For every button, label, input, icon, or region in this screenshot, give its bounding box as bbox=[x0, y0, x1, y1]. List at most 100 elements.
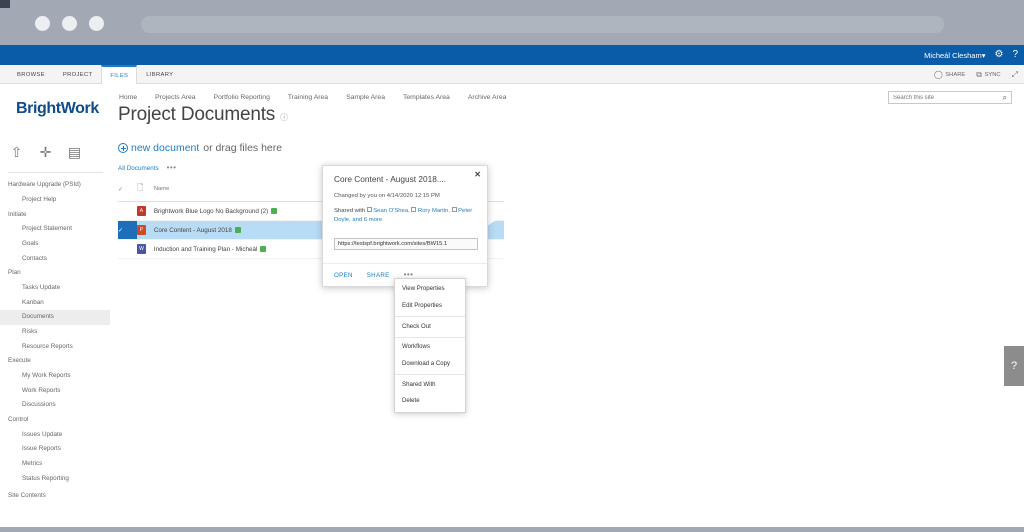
sidebar-item-my-work-reports[interactable]: My Work Reports bbox=[0, 369, 110, 384]
top-nav-item-portfolio-reporting[interactable]: Portfolio Reporting bbox=[214, 94, 270, 101]
sidebar-item-contacts[interactable]: Contacts bbox=[0, 251, 110, 266]
document-library-content: new document or drag files here All Docu… bbox=[118, 142, 1006, 259]
menu-item-download-a-copy[interactable]: Download a Copy bbox=[395, 356, 465, 373]
sidebar-item-hardware-upgrade[interactable]: Hardware Upgrade (PStd) bbox=[0, 178, 110, 193]
menu-item-shared-with[interactable]: Shared With bbox=[395, 376, 465, 393]
left-tool-icons: ⇧ ✛ ▤ bbox=[8, 144, 83, 161]
callout-shared-with: Shared with Sean O'Shea, Rory Martin, Pe… bbox=[334, 207, 482, 225]
row-file-icon-cell: P bbox=[137, 221, 154, 240]
header-select-all[interactable]: ✓ bbox=[118, 178, 137, 202]
page-title-text: Project Documents bbox=[118, 104, 275, 126]
user-name-menu[interactable]: Micheál Clesham▾ bbox=[924, 51, 985, 60]
sidebar-item-documents[interactable]: Documents bbox=[0, 310, 110, 325]
share-button[interactable]: ◯ SHARE bbox=[934, 70, 965, 79]
sidebar-item-status-reporting[interactable]: Status Reporting bbox=[0, 471, 110, 486]
menu-item-delete[interactable]: Delete bbox=[395, 393, 465, 410]
sidebar-item-site-contents[interactable]: Site Contents bbox=[0, 488, 110, 503]
sidebar-item-execute[interactable]: Execute bbox=[0, 354, 110, 369]
powerpoint-file-icon: P bbox=[137, 225, 146, 235]
menu-divider bbox=[395, 316, 465, 317]
search-input[interactable] bbox=[893, 95, 1003, 101]
sidebar-item-discussions[interactable]: Discussions bbox=[0, 398, 110, 413]
focus-on-content-icon: ⤢ bbox=[1012, 70, 1018, 80]
view-options-ellipsis[interactable]: ••• bbox=[167, 166, 177, 171]
new-document-link[interactable]: new document bbox=[118, 142, 199, 154]
sidebar-item-metrics[interactable]: Metrics bbox=[0, 457, 110, 472]
ribbon-tab-project[interactable]: PROJECT bbox=[54, 65, 102, 84]
help-tab-button[interactable]: ? bbox=[1004, 346, 1024, 386]
row-checkbox[interactable] bbox=[118, 202, 137, 221]
new-document-row: new document or drag files here bbox=[118, 142, 1006, 154]
top-nav-item-templates-area[interactable]: Templates Area bbox=[403, 94, 450, 101]
focus-on-content-button[interactable]: ⤢ bbox=[1012, 70, 1018, 80]
top-nav-item-home[interactable]: Home bbox=[119, 94, 137, 101]
window-minimize-button[interactable] bbox=[62, 16, 77, 31]
page-body: BrightWork Home Projects Area Portfolio … bbox=[0, 84, 1024, 510]
search-icon[interactable]: ⌕ bbox=[1003, 93, 1007, 103]
gear-icon[interactable]: ⚙ bbox=[994, 50, 1003, 60]
window-maximize-button[interactable] bbox=[89, 16, 104, 31]
pdf-file-icon: A bbox=[137, 206, 146, 216]
open-button[interactable]: OPEN bbox=[334, 272, 353, 279]
menu-item-edit-properties[interactable]: Edit Properties bbox=[395, 298, 465, 315]
shared-person-link[interactable]: Rory Martin, bbox=[418, 208, 450, 214]
top-nav-item-training-area[interactable]: Training Area bbox=[288, 94, 328, 101]
upload-document-icon[interactable]: ⇧ bbox=[8, 144, 25, 161]
sidebar-item-project-statement[interactable]: Project Statement bbox=[0, 222, 110, 237]
close-icon[interactable]: ✕ bbox=[474, 170, 481, 179]
sidebar-item-risks[interactable]: Risks bbox=[0, 325, 110, 340]
sidebar-item-work-reports[interactable]: Work Reports bbox=[0, 383, 110, 398]
sidebar-item-resource-reports[interactable]: Resource Reports bbox=[0, 339, 110, 354]
sidebar-item-project-help[interactable]: Project Help bbox=[0, 193, 110, 208]
share-button[interactable]: SHARE bbox=[367, 272, 390, 279]
top-nav-item-projects-area[interactable]: Projects Area bbox=[155, 94, 195, 101]
ribbon-tab-browse[interactable]: BROWSE bbox=[8, 65, 54, 84]
window-close-button[interactable] bbox=[35, 16, 50, 31]
shared-more-link[interactable]: and 6 more bbox=[352, 217, 382, 223]
user-name-label: Micheál Clesham bbox=[924, 51, 982, 60]
row-checkbox[interactable]: ✓ bbox=[118, 221, 137, 240]
sidebar-item-kanban[interactable]: Kanban bbox=[0, 295, 110, 310]
sidebar-item-control[interactable]: Control bbox=[0, 413, 110, 428]
window-corner-decoration bbox=[0, 0, 10, 8]
sidebar-item-initiate[interactable]: Initiate bbox=[0, 207, 110, 222]
browser-address-bar[interactable] bbox=[141, 16, 944, 33]
document-icon: 🗋 bbox=[137, 183, 143, 192]
shared-person-link[interactable]: Sean O'Shea, bbox=[373, 208, 410, 214]
menu-item-view-properties[interactable]: View Properties bbox=[395, 281, 465, 298]
row-checkbox[interactable] bbox=[118, 240, 137, 259]
row-file-icon-cell: A bbox=[137, 202, 154, 221]
callout-url-field[interactable]: https://testspf.brightwork.com/sites/BW1… bbox=[334, 238, 478, 250]
help-icon[interactable]: ? bbox=[1012, 50, 1018, 60]
word-file-icon: W bbox=[137, 244, 146, 254]
ribbon-tab-files[interactable]: FILES bbox=[101, 65, 137, 84]
chevron-down-icon: ▾ bbox=[982, 51, 986, 60]
search-box[interactable]: ⌕ bbox=[888, 91, 1012, 104]
menu-item-workflows[interactable]: Workflows bbox=[395, 339, 465, 356]
sync-button[interactable]: ⧉ SYNC bbox=[976, 70, 1000, 80]
top-navigation: Home Projects Area Portfolio Reporting T… bbox=[119, 94, 506, 101]
top-nav-item-archive-area[interactable]: Archive Area bbox=[468, 94, 507, 101]
window-bottom-chrome bbox=[0, 527, 1024, 532]
sharepoint-suite-bar: Micheál Clesham▾ ⚙ ? bbox=[0, 45, 1024, 65]
file-name: Brightwork Blue Logo No Background (2) bbox=[154, 208, 268, 215]
move-to-icon[interactable]: ✛ bbox=[37, 144, 54, 161]
edit-list-icon[interactable]: ▤ bbox=[66, 144, 83, 161]
sidebar-item-issues-update[interactable]: Issues Update bbox=[0, 427, 110, 442]
sync-icon: ⧉ bbox=[976, 70, 982, 80]
file-name: Induction and Training Plan - Micheál bbox=[154, 246, 258, 253]
top-nav-item-sample-area[interactable]: Sample Area bbox=[346, 94, 385, 101]
menu-divider bbox=[395, 374, 465, 375]
document-callout: ✕ Core Content - August 2018.... Changed… bbox=[322, 165, 488, 287]
menu-item-check-out[interactable]: Check Out bbox=[395, 318, 465, 335]
info-icon[interactable]: ⓘ bbox=[280, 112, 288, 123]
sidebar-item-issue-reports[interactable]: Issue Reports bbox=[0, 442, 110, 457]
sidebar-item-tasks-update[interactable]: Tasks Update bbox=[0, 281, 110, 296]
header-file-type[interactable]: 🗋 bbox=[137, 178, 154, 202]
ribbon-tab-library[interactable]: LIBRARY bbox=[137, 65, 182, 84]
presence-indicator-icon bbox=[367, 207, 372, 212]
sidebar-item-plan[interactable]: Plan bbox=[0, 266, 110, 281]
brand-logo[interactable]: BrightWork bbox=[16, 100, 99, 118]
current-view-label[interactable]: All Documents bbox=[118, 165, 159, 172]
sidebar-item-goals[interactable]: Goals bbox=[0, 237, 110, 252]
